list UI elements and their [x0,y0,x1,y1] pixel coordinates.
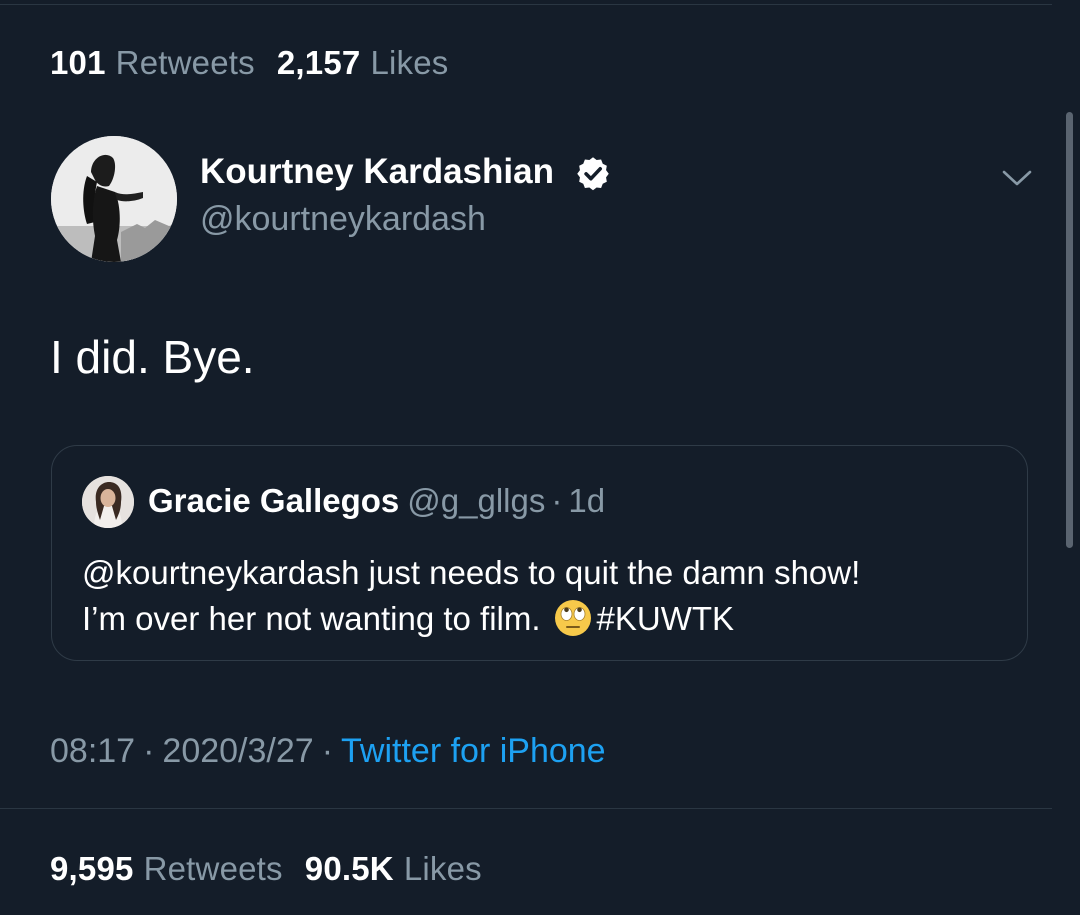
quoted-tweet-card[interactable]: Gracie Gallegos @g_gllgs · 1d @kourtneykard… [51,445,1028,661]
verified-badge-icon [577,157,609,191]
quoted-tweet-line-1: @kourtneykardash just needs to quit the … [82,554,861,591]
quoted-tweet-line-2-text: I’m over her not wanting to film. [82,600,541,637]
likes-count[interactable]: 2,157 [277,44,361,81]
retweets-count[interactable]: 101 [50,44,106,81]
tweet-meta: 08:17 · 2020/3/27 · Twitter for iPhone [50,732,606,771]
likes-label[interactable]: Likes [404,850,482,887]
likes-count[interactable]: 90.5K [305,850,394,887]
retweets-label[interactable]: Retweets [116,44,255,81]
quoted-author-name: Gracie Gallegos [148,482,400,519]
likes-label[interactable]: Likes [370,44,448,81]
retweets-count[interactable]: 9,595 [50,850,134,887]
quoted-tweet-line-2: I’m over her not wanting to film. #KUWTK [82,596,860,642]
scrollbar[interactable] [1066,112,1073,548]
tweet-source-link[interactable]: Twitter for iPhone [341,732,606,770]
quoted-tweet-text: @kourtneykardash just needs to quit the … [82,550,860,642]
header-separator: · [551,482,563,519]
meta-divider [0,808,1052,809]
quoted-author-handle: @g_gllgs [407,482,546,519]
meta-separator-1: · [143,732,155,770]
tweet-text: I did. Bye. [50,331,255,383]
hashtag-link[interactable]: #KUWTK [597,600,735,637]
author-handle[interactable]: @kourtneykardash [200,200,486,239]
quoted-tweet-age: 1d [568,482,606,519]
rolling-eyes-emoji-icon [554,600,591,636]
top-divider [0,4,1052,5]
tweet-detail-page: 101 Retweets 2,157 Likes Kourtney Kardashia… [0,0,1080,915]
tweet-stats: 9,595 Retweets 90.5K Likes [50,850,504,888]
chevron-down-icon[interactable] [1000,166,1034,190]
meta-separator-2: · [321,732,334,770]
tweet-date: 2020/3/27 [162,732,314,770]
author-name[interactable]: Kourtney Kardashian [200,152,554,192]
retweets-label[interactable]: Retweets [144,850,283,887]
previous-tweet-stats: 101 Retweets 2,157 Likes [50,44,470,82]
quoted-author-avatar [82,476,134,528]
author-avatar[interactable] [51,136,177,262]
tweet-time: 08:17 [50,732,136,770]
quoted-tweet-header: Gracie Gallegos @g_gllgs · 1d [148,482,605,520]
